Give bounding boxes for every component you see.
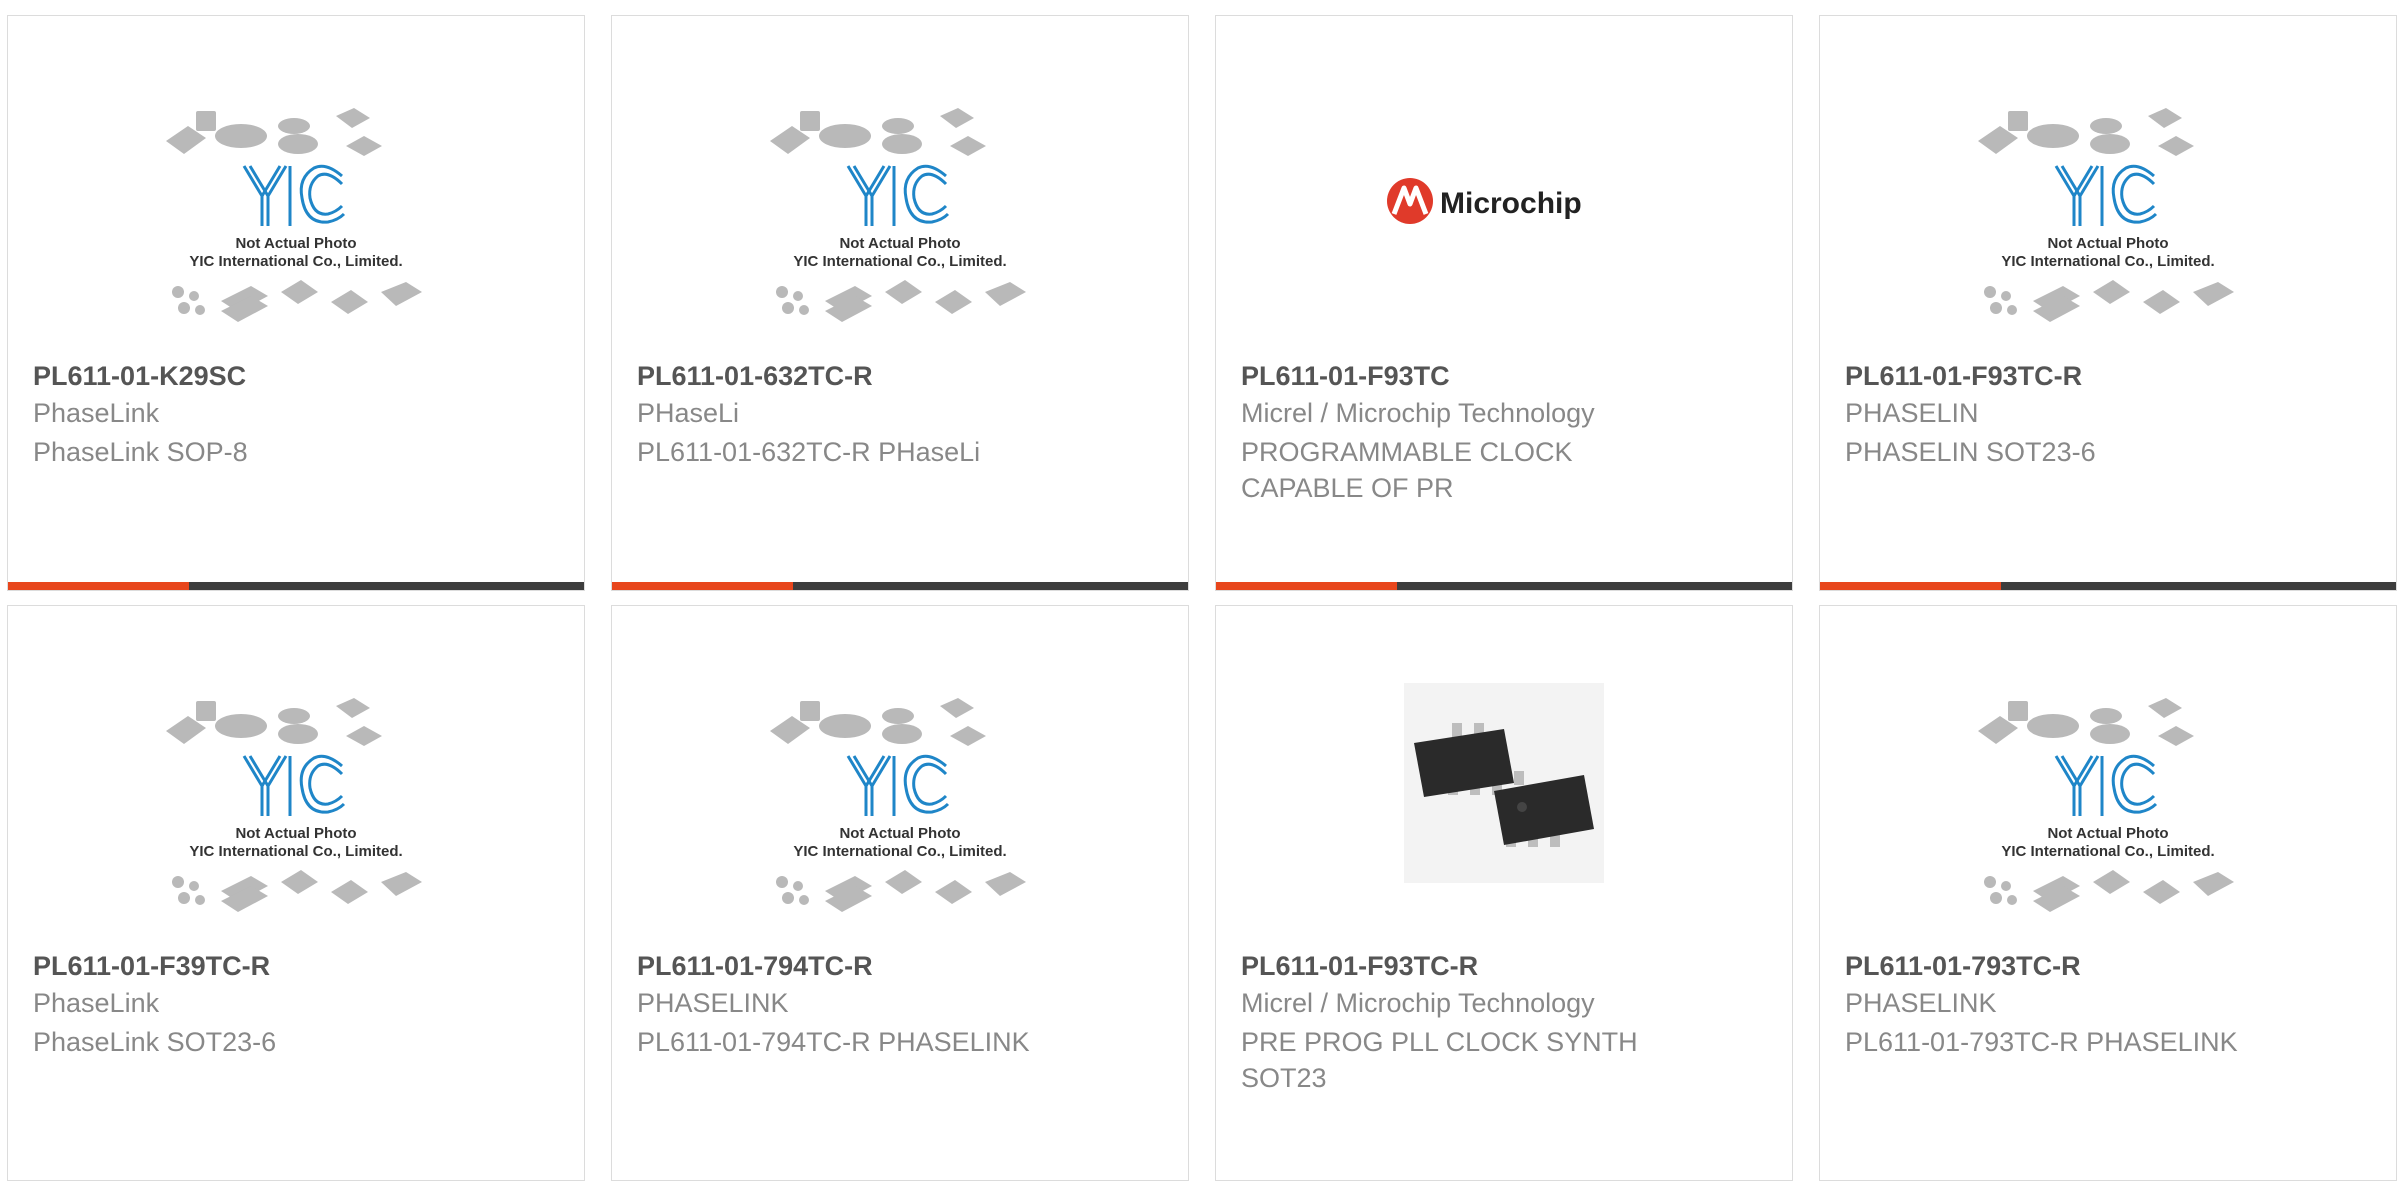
description: PRE PROG PLL CLOCK SYNTH SOT23 [1241,1027,1638,1093]
product-image-photo[interactable] [1216,683,1792,926]
card-accent-bar [1216,582,1397,590]
card-accent-bar [8,582,189,590]
manufacturer: Micrel / Microchip Technology [1241,398,1595,428]
product-card[interactable]: Not Actual Photo YIC International Co., … [611,605,1189,1181]
part-number[interactable]: PL611-01-793TC-R [1845,951,2081,982]
description: PhaseLink SOP-8 [33,437,248,467]
part-number[interactable]: PL611-01-F93TC [1241,361,1450,392]
yic-placeholder-icon: Not Actual Photo YIC International Co., … [166,108,422,322]
product-image-placeholder[interactable]: Not Actual Photo YIC International Co., … [612,96,1188,336]
card-bottom-bar [1820,582,2396,590]
manufacturer: PhaseLink [33,398,160,428]
placeholder-caption-2: YIC International Co., Limited. [189,843,402,860]
yic-placeholder-icon: Not Actual Photo YIC International Co., … [1978,108,2234,322]
placeholder-caption-2: YIC International Co., Limited. [189,253,402,270]
microchip-logo-text: Microchip [1440,187,1582,220]
product-grid: Not Actual Photo YIC International Co., … [0,0,2400,1181]
description: PL611-01-632TC-R PHaseLi [637,437,981,467]
description: PROGRAMMABLE CLOCK CAPABLE OF PR [1241,437,1573,503]
product-card[interactable]: Not Actual Photo YIC International Co., … [611,15,1189,591]
yic-placeholder-icon: Not Actual Photo YIC International Co., … [166,698,422,912]
manufacturer: PHaseLi [637,398,740,428]
placeholder-caption-2: YIC International Co., Limited. [793,843,1006,860]
product-image-placeholder[interactable]: Not Actual Photo YIC International Co., … [612,686,1188,926]
part-number[interactable]: PL611-01-F93TC-R [1845,361,2082,392]
placeholder-caption-1: Not Actual Photo [839,235,960,252]
card-bottom-bar [8,582,584,590]
product-image-placeholder[interactable]: Not Actual Photo YIC International Co., … [8,686,584,926]
card-bottom-bar [1216,582,1792,590]
product-card[interactable]: PL611-01-F93TC-R Micrel / Microchip Tech… [1215,605,1793,1181]
description: PL611-01-793TC-R PHASELINK [1845,1027,2238,1057]
product-image-placeholder[interactable]: Not Actual Photo YIC International Co., … [8,96,584,336]
description: PHASELIN SOT23-6 [1845,437,2096,467]
placeholder-caption-1: Not Actual Photo [235,235,356,252]
product-image-placeholder[interactable]: Not Actual Photo YIC International Co., … [1820,686,2396,926]
manufacturer: PHASELINK [1845,988,1997,1018]
yic-placeholder-icon: Not Actual Photo YIC International Co., … [1978,698,2234,912]
placeholder-caption-2: YIC International Co., Limited. [2001,843,2214,860]
part-number[interactable]: PL611-01-F39TC-R [33,951,270,982]
placeholder-caption-1: Not Actual Photo [235,825,356,842]
microchip-logo-icon: Microchip [1387,178,1582,224]
card-accent-bar [1820,582,2001,590]
placeholder-caption-1: Not Actual Photo [2047,825,2168,842]
product-image-placeholder[interactable]: Not Actual Photo YIC International Co., … [1820,96,2396,336]
part-number[interactable]: PL611-01-632TC-R [637,361,873,392]
yic-placeholder-icon: Not Actual Photo YIC International Co., … [770,108,1026,322]
product-card[interactable]: Not Actual Photo YIC International Co., … [1819,605,2397,1181]
placeholder-caption-1: Not Actual Photo [839,825,960,842]
placeholder-caption-1: Not Actual Photo [2047,235,2168,252]
product-card[interactable]: Not Actual Photo YIC International Co., … [1819,15,2397,591]
yic-placeholder-icon: Not Actual Photo YIC International Co., … [770,698,1026,912]
part-number[interactable]: PL611-01-794TC-R [637,951,873,982]
placeholder-caption-2: YIC International Co., Limited. [793,253,1006,270]
manufacturer: PhaseLink [33,988,160,1018]
part-number[interactable]: PL611-01-F93TC-R [1241,951,1478,982]
product-card[interactable]: Not Actual Photo YIC International Co., … [7,605,585,1181]
sot23-chip-icon [1404,683,1604,883]
placeholder-caption-2: YIC International Co., Limited. [2001,253,2214,270]
part-number[interactable]: PL611-01-K29SC [33,361,246,392]
product-image-logo[interactable]: Microchip [1216,96,1792,336]
card-bottom-bar [612,582,1188,590]
product-card[interactable]: Not Actual Photo YIC International Co., … [7,15,585,591]
card-accent-bar [612,582,793,590]
manufacturer: PHASELIN [1845,398,1979,428]
description: PL611-01-794TC-R PHASELINK [637,1027,1030,1057]
product-card[interactable]: Microchip PL611-01-F93TC Micrel / Microc… [1215,15,1793,591]
manufacturer: PHASELINK [637,988,789,1018]
manufacturer: Micrel / Microchip Technology [1241,988,1595,1018]
description: PhaseLink SOT23-6 [33,1027,277,1057]
